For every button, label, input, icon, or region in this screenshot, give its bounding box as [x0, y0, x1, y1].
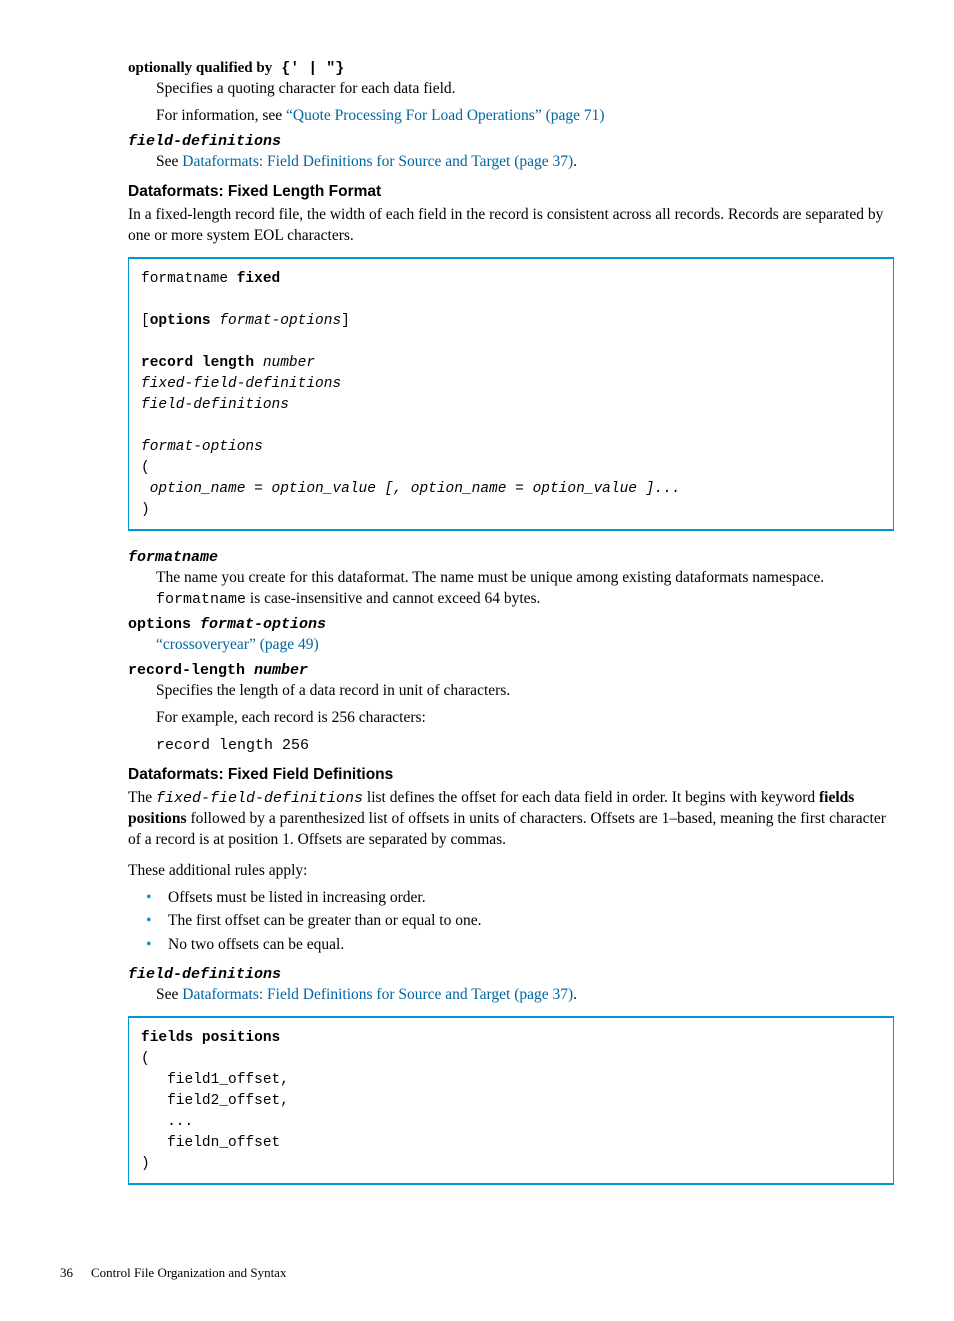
term-code: field-definitions	[128, 133, 281, 150]
desc-post: .	[573, 153, 577, 170]
page-footer: 36 Control File Organization and Syntax	[60, 1265, 894, 1281]
heading-fixed-field-defs: Dataformats: Fixed Field Definitions	[128, 766, 894, 784]
heading-fixed-length: Dataformats: Fixed Length Format	[128, 183, 894, 201]
seg: list defines the offset for each data fi…	[363, 789, 819, 806]
code-seg: format-options	[141, 439, 263, 455]
term-code: {' | "}	[272, 60, 344, 77]
seg: The	[128, 789, 156, 806]
code-seg: ]	[341, 313, 350, 329]
desc-post: .	[573, 986, 577, 1003]
term-field-definitions-2: field-definitions	[128, 966, 894, 983]
code-seg: )	[141, 1156, 150, 1172]
desc-pre: See	[156, 986, 182, 1003]
para-fixed-field-defs: The fixed-field-definitions list defines…	[128, 788, 894, 851]
code-seg: (	[141, 460, 150, 476]
code-seg: field-definitions	[141, 397, 289, 413]
desc-pre: See	[156, 153, 182, 170]
list-item: No two offsets can be equal.	[146, 933, 894, 956]
seg-code: fixed-field-definitions	[156, 790, 363, 807]
term-formatname: formatname	[128, 549, 894, 566]
code: record length 256	[156, 737, 309, 754]
para-rules-intro: These additional rules apply:	[128, 861, 894, 882]
link-quote-processing[interactable]: “Quote Processing For Load Operations” (…	[286, 107, 605, 124]
code-seg: option_name = option_value [, option_nam…	[141, 481, 681, 497]
term-bold: record-length	[128, 662, 245, 679]
list-item: Offsets must be listed in increasing ord…	[146, 886, 894, 909]
code-seg: field2_offset,	[141, 1093, 289, 1109]
desc-pre: For information, see	[156, 107, 286, 124]
bullet-list: Offsets must be listed in increasing ord…	[146, 886, 894, 956]
page-content: optionally qualified by {' | "} Specifie…	[0, 0, 954, 1321]
code-seg: [	[141, 313, 150, 329]
desc-quote-link-line: For information, see “Quote Processing F…	[156, 106, 894, 127]
term-options-format-options: options format-options	[128, 616, 894, 633]
link-field-defs-2[interactable]: Dataformats: Field Definitions for Sourc…	[182, 986, 573, 1003]
code-seg: fieldn_offset	[141, 1135, 280, 1151]
code-seg: (	[141, 1051, 150, 1067]
desc-field-defs-1: See Dataformats: Field Definitions for S…	[156, 152, 894, 173]
link-crossoveryear[interactable]: “crossoveryear” (page 49)	[156, 636, 319, 653]
link-field-defs-1[interactable]: Dataformats: Field Definitions for Sourc…	[182, 153, 573, 170]
term-bold: options	[128, 616, 191, 633]
term-optionally-qualified: optionally qualified by {' | "}	[128, 60, 894, 77]
page-footer-title: Control File Organization and Syntax	[91, 1265, 286, 1281]
seg: followed by a parenthesized list of offs…	[128, 810, 886, 848]
code-seg: fixed-field-definitions	[141, 376, 341, 392]
desc-quoting-char: Specifies a quoting character for each d…	[156, 79, 894, 100]
code-seg: )	[141, 502, 150, 518]
desc-field-defs-2: See Dataformats: Field Definitions for S…	[156, 985, 894, 1006]
term-italic: number	[245, 662, 308, 679]
page-number: 36	[60, 1265, 73, 1281]
term-code: formatname	[128, 549, 218, 566]
code-seg: number	[254, 355, 315, 371]
desc-code: formatname	[156, 591, 246, 608]
desc-record-length-example: record length 256	[156, 735, 894, 756]
desc-b: is case-insensitive and cannot exceed 64…	[246, 590, 540, 607]
code-seg: field1_offset,	[141, 1072, 289, 1088]
desc-record-length-1: Specifies the length of a data record in…	[156, 681, 894, 702]
list-item: The first offset can be greater than or …	[146, 909, 894, 932]
codebox-fields-positions: fields positions ( field1_offset, field2…	[128, 1016, 894, 1185]
code-seg: format-options	[211, 313, 342, 329]
code-seg: options	[150, 313, 211, 329]
code-seg: fields positions	[141, 1030, 280, 1046]
term-field-definitions-1: field-definitions	[128, 133, 894, 150]
term-code: field-definitions	[128, 966, 281, 983]
codebox-fixed-format: formatname fixed [options format-options…	[128, 257, 894, 531]
desc-crossoveryear: “crossoveryear” (page 49)	[156, 635, 894, 656]
desc-formatname: The name you create for this dataformat.…	[156, 568, 894, 610]
desc-record-length-2: For example, each record is 256 characte…	[156, 708, 894, 729]
term-italic: format-options	[191, 616, 326, 633]
code-seg: ...	[141, 1114, 193, 1130]
para-fixed-length-intro: In a fixed-length record file, the width…	[128, 205, 894, 247]
desc-a: The name you create for this dataformat.…	[156, 569, 824, 586]
code-seg: fixed	[237, 271, 281, 287]
term-text: optionally qualified by	[128, 60, 272, 76]
code-seg: formatname	[141, 271, 237, 287]
term-record-length: record-length number	[128, 662, 894, 679]
code-seg: record length	[141, 355, 254, 371]
